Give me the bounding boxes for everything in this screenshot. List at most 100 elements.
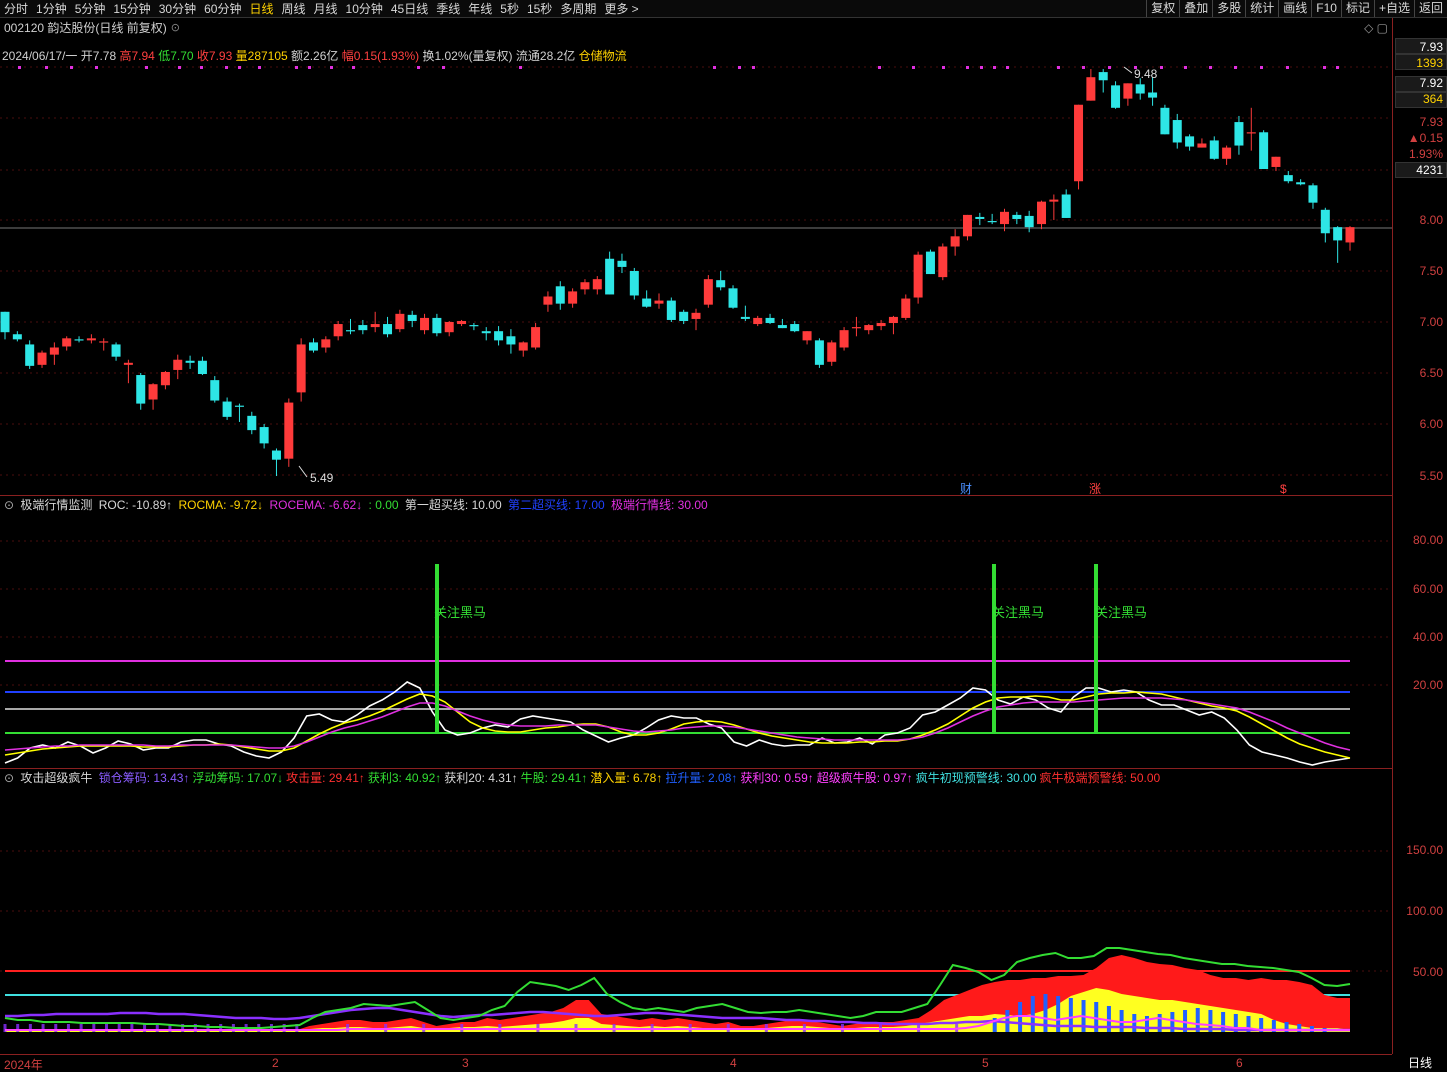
candle-body [999, 211, 1009, 225]
candle-body [1296, 182, 1306, 185]
ind1-tick-60: 60.00 [1412, 582, 1443, 596]
candle-body [1283, 175, 1293, 182]
candle-body [901, 298, 911, 318]
candle-body [938, 246, 948, 278]
candle-body [876, 323, 886, 327]
candle-body [1320, 209, 1330, 234]
candle-body [864, 325, 874, 331]
candle-body [679, 311, 689, 321]
candle-body [950, 236, 960, 247]
high-mark: 9.48 [1134, 67, 1158, 81]
ind1-line2: 第二超买线: 17.00 [507, 498, 605, 512]
candle-body [1222, 147, 1232, 159]
signal-dot [1184, 66, 1187, 69]
signal-dot [1108, 66, 1111, 69]
ind1-settings-icon[interactable]: ⊙ [4, 498, 14, 512]
signal-dot [713, 66, 716, 69]
candle-body [308, 342, 318, 351]
toolbar-button-8[interactable]: 返回 [1413, 0, 1447, 17]
x-label-apr: 4 [730, 1056, 737, 1070]
candle-body [370, 324, 380, 328]
signal-dot [1082, 66, 1085, 69]
ind1-rocema: ROCEMA: -6.62↓ [269, 498, 363, 512]
candle-body [444, 322, 454, 333]
price-marks: 9.48 5.49 [298, 66, 1158, 485]
price-tick-700: 7.00 [1419, 315, 1443, 329]
panel-separator-1 [0, 495, 1392, 496]
ind2-item-2: 攻击量: 29.41↑ [286, 771, 365, 785]
ind2-item-1: 浮动筹码: 17.07↓ [192, 771, 284, 785]
candle-body [629, 271, 639, 296]
candle-body [1345, 227, 1355, 243]
signal-dot [95, 66, 98, 69]
signal-dot [1234, 66, 1237, 69]
candle-body [728, 288, 738, 308]
signal-dot [442, 66, 445, 69]
candle-body [851, 327, 861, 329]
candle-body [1123, 83, 1133, 99]
candle-body [1037, 201, 1047, 225]
candle-body [37, 352, 47, 365]
event-finance: 财 [960, 482, 972, 496]
candle-body [617, 260, 627, 267]
ind2-name[interactable]: 攻击超级疯牛 [20, 771, 92, 785]
candle-body [86, 338, 96, 341]
ind1-tick-80: 80.00 [1412, 533, 1443, 547]
price-tick-650: 6.50 [1419, 366, 1443, 380]
ind2-settings-icon[interactable]: ⊙ [4, 771, 14, 785]
candle-body [12, 334, 22, 340]
signal-dot [1336, 66, 1339, 69]
box-chg: ▲0.15 [1407, 131, 1443, 145]
candle-body [111, 344, 121, 357]
candle-body [691, 312, 701, 319]
signal-dot [752, 66, 755, 69]
ind2-item-0: 锁仓筹码: 13.43↑ [98, 771, 190, 785]
ind1-name[interactable]: 极端行情监测 [20, 498, 92, 512]
candle-body [925, 251, 935, 275]
candle-body [247, 415, 257, 431]
signal-dot [1260, 66, 1263, 69]
ind2-item-4: 获利20: 4.31↑ [444, 771, 518, 785]
ind1-tick-20: 20.00 [1412, 678, 1443, 692]
ind1-tick-40: 40.00 [1412, 630, 1443, 644]
ind2-item-9: 超级疯牛股: 0.97↑ [816, 771, 913, 785]
low-mark: 5.49 [310, 471, 334, 485]
x-label-jun: 6 [1236, 1056, 1243, 1070]
candle-body [469, 325, 479, 327]
ind1-rocma: ROCMA: -9.72↓ [178, 498, 264, 512]
pull-volume-bar [1144, 1016, 1149, 1032]
candle-body [210, 380, 220, 401]
box-vol-2: 364 [1422, 92, 1443, 106]
candle-body [494, 331, 504, 341]
candle-body [506, 336, 516, 345]
signal-label-2: 关注黑马 [992, 605, 1044, 620]
panel-separator-2 [0, 768, 1392, 769]
main-chart[interactable]: 9.48 5.49 财 涨 $ 关注黑马 关注黑马 关注黑马 [0, 0, 1392, 1054]
candle-body [605, 258, 615, 295]
candle-body [197, 360, 207, 375]
ind2-header: ⊙ 攻击超级疯牛 锁仓筹码: 13.43↑ 浮动筹码: 17.07↓ 攻击量: 29… [4, 770, 1166, 786]
candle-body [765, 317, 775, 324]
candle-body [346, 330, 356, 332]
candle-body [827, 342, 837, 362]
candle-body [333, 324, 343, 337]
signal-dot [70, 66, 73, 69]
signal-dot [178, 66, 181, 69]
candle-body [531, 327, 541, 348]
signal-label-3: 关注黑马 [1095, 605, 1147, 620]
candle-body [740, 316, 750, 319]
candle-body [432, 317, 442, 334]
signal-dot [1057, 66, 1060, 69]
ind2-item-6: 潜入量: 6.78↑ [590, 771, 663, 785]
candle-body [1197, 143, 1207, 148]
signal-dot [738, 66, 741, 69]
signal-dot [966, 66, 969, 69]
price-axis: 7.93 1393 7.92 364 7.93 ▲0.15 1.93% 4231… [1393, 18, 1447, 1054]
candle-body [703, 279, 713, 305]
candlesticks [0, 69, 1355, 477]
candle-body [592, 279, 602, 290]
period-indicator[interactable]: 日线 [1393, 1055, 1447, 1072]
price-grid [0, 66, 1392, 972]
price-tick-750: 7.50 [1419, 264, 1443, 278]
signal-dot [225, 66, 228, 69]
